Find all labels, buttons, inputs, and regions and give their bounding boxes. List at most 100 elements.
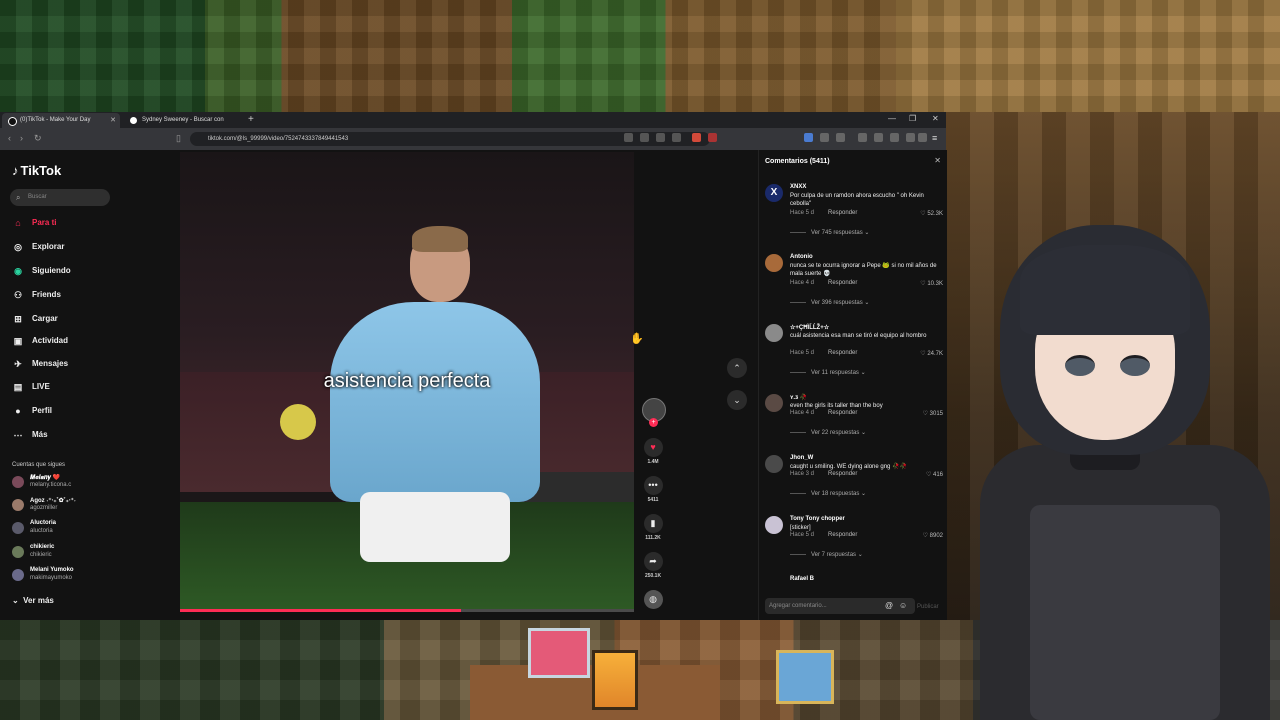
vpn-icon[interactable] xyxy=(918,133,927,142)
comment-like[interactable]: ♡ 3015 xyxy=(923,410,943,417)
view-replies-button[interactable]: Ver 22 respuestas ⌄ xyxy=(790,429,866,436)
sidebar-icon[interactable] xyxy=(874,133,883,142)
video-player-figure xyxy=(330,302,540,502)
tab-google[interactable]: Sydney Sweeney - Buscar con Google xyxy=(124,113,244,138)
reply-button[interactable]: Responder xyxy=(828,471,857,477)
post-comment-button[interactable]: Publicar xyxy=(917,604,939,610)
brave-shield-icon[interactable] xyxy=(692,133,701,142)
comment-meta: Hace 5 d Responder xyxy=(790,532,858,538)
avatar[interactable] xyxy=(765,394,783,412)
avatar xyxy=(12,546,24,558)
comment-like[interactable]: ♡ 52.3K xyxy=(920,210,943,217)
music-disc-icon: ◍ xyxy=(643,590,663,609)
emoji-icon[interactable]: ☺ xyxy=(899,598,907,614)
nav-item-live[interactable]: ▤ LIVE xyxy=(12,380,50,394)
avatar[interactable] xyxy=(765,516,783,534)
friends-icon: ⚇ xyxy=(13,290,23,300)
avatar[interactable] xyxy=(765,324,783,342)
comment-button[interactable]: ••• 5411 xyxy=(640,476,666,503)
tiktok-logo[interactable]: ♪ TikTok xyxy=(12,163,61,178)
next-video-button[interactable]: ⌄ xyxy=(727,390,747,410)
browser-window: (0)TikTok - Make Your Day ✕ Sydney Sween… xyxy=(0,112,947,620)
nav-item-mensajes[interactable]: ✈ Mensajes xyxy=(12,357,68,371)
ext-icon-2[interactable] xyxy=(640,133,649,142)
nav-item-explorar[interactable]: ◎ Explorar xyxy=(12,240,64,254)
comment-like[interactable]: ♡ 8902 xyxy=(923,532,943,539)
comment-like[interactable]: ♡ 416 xyxy=(926,471,943,478)
vtuber-avatar xyxy=(960,215,1280,720)
search-input[interactable]: ⌕ Buscar xyxy=(10,189,110,206)
reload-icon[interactable]: ↻ xyxy=(34,133,42,144)
new-tab-icon[interactable]: + xyxy=(248,113,254,127)
minimize-icon[interactable]: — xyxy=(888,114,896,123)
reply-button[interactable]: Responder xyxy=(828,350,857,356)
video-caption: asistencia perfecta xyxy=(323,370,491,392)
wallet-icon[interactable] xyxy=(906,133,915,142)
nav-item-mas[interactable]: ⋯ Más xyxy=(12,428,48,442)
comment-like[interactable]: ♡ 24.7K xyxy=(920,350,943,357)
close-icon[interactable]: ✕ xyxy=(934,156,941,165)
home-icon: ⌂ xyxy=(15,218,21,228)
ext-icon-6[interactable] xyxy=(820,133,829,142)
close-tab-icon[interactable]: ✕ xyxy=(110,113,116,128)
bookmark-icon[interactable]: ▯ xyxy=(176,133,181,144)
nav-item-actividad[interactable]: ▣ Actividad xyxy=(12,334,68,348)
see-more-button[interactable]: ⌄ Ver más xyxy=(12,596,54,605)
ext-icon-1[interactable] xyxy=(624,133,633,142)
view-replies-button[interactable]: Ver 18 respuestas ⌄ xyxy=(790,490,866,497)
video-progress-bar[interactable] xyxy=(180,609,634,612)
view-replies-button[interactable]: Ver 11 respuestas ⌄ xyxy=(790,369,866,376)
ext-icon-3[interactable] xyxy=(656,133,665,142)
back-icon[interactable]: ‹ xyxy=(8,133,11,143)
ext-icon-4[interactable] xyxy=(672,133,681,142)
nav-item-friends[interactable]: ⚇ Friends xyxy=(12,288,61,302)
share-button[interactable]: ➦ 250.1K xyxy=(640,552,666,579)
window-close-icon[interactable]: ✕ xyxy=(932,114,939,123)
rewards-icon[interactable] xyxy=(708,133,717,142)
share-count: 250.1K xyxy=(644,573,662,579)
pink-block xyxy=(528,628,590,678)
comment-meta: Hace 4 d Responder xyxy=(790,410,858,416)
ext-icon-7[interactable] xyxy=(836,133,845,142)
avatar[interactable] xyxy=(765,455,783,473)
maximize-icon[interactable]: ❐ xyxy=(909,114,916,123)
blue-basket xyxy=(776,650,834,704)
follow-plus-icon[interactable]: + xyxy=(649,418,658,427)
mention-icon[interactable]: @ xyxy=(885,598,893,614)
nav-item-siguiendo[interactable]: ◉ Siguiendo xyxy=(12,264,71,278)
like-count: 1.4M xyxy=(647,459,659,465)
avatar[interactable]: X xyxy=(765,184,783,202)
video-player[interactable]: asistencia perfecta xyxy=(180,152,634,612)
ext-icon-9[interactable] xyxy=(890,133,899,142)
avatar xyxy=(12,476,24,488)
bookmark-icon: ▮ xyxy=(643,514,663,533)
nav-item-cargar[interactable]: ⊞ Cargar xyxy=(12,312,58,326)
ext-icon-8[interactable] xyxy=(858,133,867,142)
ext-icon-5[interactable] xyxy=(804,133,813,142)
reply-button[interactable]: Responder xyxy=(828,210,857,216)
chevron-up-icon: ⌃ xyxy=(733,363,741,373)
share-icon: ➦ xyxy=(643,552,663,571)
reply-button[interactable]: Responder xyxy=(828,280,857,286)
comments-title: Comentarios (5411) xyxy=(765,158,830,165)
comment-input[interactable]: Agregar comentario... @ ☺ xyxy=(765,598,915,614)
like-button[interactable]: ♥ 1.4M xyxy=(640,438,666,465)
reply-button[interactable]: Responder xyxy=(828,532,857,538)
previous-video-button[interactable]: ⌃ xyxy=(727,358,747,378)
upload-icon: ⊞ xyxy=(14,314,22,324)
nav-item-perfil[interactable]: ● Perfil xyxy=(12,404,52,418)
view-replies-button[interactable]: Ver 7 respuestas ⌄ xyxy=(790,551,863,558)
view-replies-button[interactable]: Ver 396 respuestas ⌄ xyxy=(790,299,869,306)
forward-icon[interactable]: › xyxy=(20,133,23,143)
view-replies-button[interactable]: Ver 745 respuestas ⌄ xyxy=(790,229,869,236)
search-icon: ⌕ xyxy=(16,193,21,202)
reply-button[interactable]: Responder xyxy=(828,410,857,416)
menu-icon[interactable]: ≡ xyxy=(932,133,937,143)
following-icon: ◉ xyxy=(14,266,22,276)
save-button[interactable]: ▮ 111.2K xyxy=(640,514,666,541)
nav-item-para-ti[interactable]: ⌂ Para ti xyxy=(12,216,56,230)
comment-like[interactable]: ♡ 10.3K xyxy=(920,280,943,287)
avatar[interactable] xyxy=(765,254,783,272)
music-disc[interactable]: ◍ xyxy=(640,590,666,609)
tab-tiktok[interactable]: (0)TikTok - Make Your Day ✕ xyxy=(2,113,120,128)
